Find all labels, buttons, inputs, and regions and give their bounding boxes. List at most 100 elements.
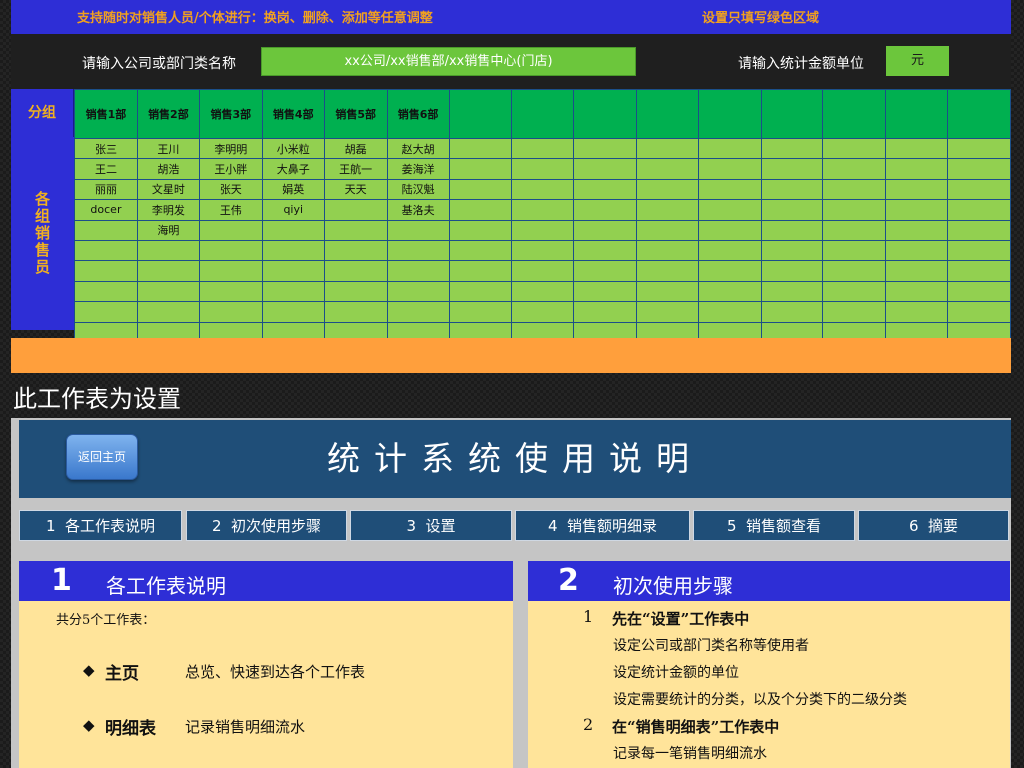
group-header-cell[interactable]: 销售1部 — [74, 89, 138, 139]
salesperson-cell[interactable] — [511, 219, 575, 241]
salesperson-cell[interactable] — [822, 199, 887, 221]
salesperson-cell[interactable] — [697, 280, 762, 303]
salesperson-cell[interactable] — [947, 219, 1011, 241]
salesperson-cell[interactable] — [636, 260, 699, 282]
salesperson-cell[interactable] — [697, 199, 762, 221]
salesperson-cell[interactable]: 张天 — [198, 178, 263, 201]
salesperson-cell[interactable] — [760, 301, 824, 323]
salesperson-cell[interactable] — [261, 301, 325, 323]
salesperson-cell[interactable] — [885, 280, 949, 303]
salesperson-cell[interactable] — [760, 199, 824, 221]
salesperson-cell[interactable]: 海明 — [136, 219, 200, 241]
salesperson-cell[interactable] — [573, 219, 638, 241]
salesperson-cell[interactable] — [760, 239, 824, 262]
salesperson-cell[interactable]: 李明发 — [136, 199, 200, 221]
salesperson-cell[interactable] — [386, 219, 450, 241]
salesperson-cell[interactable] — [822, 178, 887, 201]
salesperson-cell[interactable] — [636, 178, 699, 201]
salesperson-cell[interactable] — [511, 137, 575, 160]
salesperson-cell[interactable] — [136, 280, 200, 303]
salesperson-cell[interactable] — [511, 239, 575, 262]
salesperson-cell[interactable] — [198, 239, 263, 262]
salesperson-cell[interactable] — [448, 301, 513, 323]
salesperson-cell[interactable] — [573, 301, 638, 323]
salesperson-cell[interactable] — [323, 280, 388, 303]
salesperson-cell[interactable]: 娟英 — [261, 178, 325, 201]
company-name-field[interactable]: xx公司/xx销售部/xx销售中心(门店) — [261, 47, 636, 76]
salesperson-cell[interactable] — [261, 239, 325, 262]
salesperson-cell[interactable] — [573, 178, 638, 201]
salesperson-cell[interactable] — [511, 301, 575, 323]
salesperson-cell[interactable] — [697, 301, 762, 323]
salesperson-cell[interactable] — [885, 137, 949, 160]
salesperson-cell[interactable] — [760, 219, 824, 241]
salesperson-cell[interactable] — [636, 137, 699, 160]
salesperson-cell[interactable] — [885, 239, 949, 262]
salesperson-cell[interactable] — [511, 178, 575, 201]
salesperson-cell[interactable] — [386, 301, 450, 323]
salesperson-cell[interactable] — [697, 239, 762, 262]
nav-tab-settings[interactable]: 3 设置 — [350, 510, 512, 541]
salesperson-cell[interactable]: 胡浩 — [136, 158, 200, 180]
salesperson-cell[interactable]: 文星时 — [136, 178, 200, 201]
salesperson-cell[interactable]: 王二 — [74, 158, 138, 180]
group-header-cell[interactable]: 销售3部 — [198, 89, 263, 139]
salesperson-cell[interactable] — [573, 199, 638, 221]
salesperson-cell[interactable] — [448, 219, 513, 241]
salesperson-cell[interactable] — [822, 137, 887, 160]
salesperson-cell[interactable]: docer — [74, 199, 138, 221]
salesperson-cell[interactable] — [947, 178, 1011, 201]
salesperson-cell[interactable]: 王航一 — [323, 158, 388, 180]
salesperson-cell[interactable] — [822, 280, 887, 303]
salesperson-cell[interactable] — [386, 260, 450, 282]
salesperson-cell[interactable]: 王川 — [136, 137, 200, 160]
salesperson-cell[interactable]: 张三 — [74, 137, 138, 160]
salesperson-cell[interactable] — [323, 199, 388, 221]
home-button[interactable]: 返回主页 — [66, 434, 138, 480]
salesperson-cell[interactable] — [573, 280, 638, 303]
salesperson-cell[interactable] — [261, 280, 325, 303]
salesperson-cell[interactable] — [198, 260, 263, 282]
salesperson-cell[interactable] — [323, 239, 388, 262]
salesperson-cell[interactable] — [636, 158, 699, 180]
salesperson-cell[interactable] — [760, 280, 824, 303]
salesperson-cell[interactable] — [760, 158, 824, 180]
group-header-cell[interactable] — [822, 89, 887, 139]
salesperson-cell[interactable] — [198, 301, 263, 323]
salesperson-cell[interactable] — [136, 301, 200, 323]
salesperson-cell[interactable] — [636, 239, 699, 262]
salesperson-cell[interactable] — [885, 301, 949, 323]
salesperson-cell[interactable] — [822, 158, 887, 180]
salesperson-cell[interactable]: 陆汉魁 — [386, 178, 450, 201]
salesperson-cell[interactable] — [448, 260, 513, 282]
salesperson-cell[interactable] — [136, 260, 200, 282]
salesperson-cell[interactable]: 基洛夫 — [386, 199, 450, 221]
group-header-cell[interactable] — [697, 89, 762, 139]
salesperson-cell[interactable] — [697, 158, 762, 180]
salesperson-cell[interactable] — [573, 239, 638, 262]
nav-tab-detail-entry[interactable]: 4 销售额明细录 — [515, 510, 690, 541]
salesperson-cell[interactable] — [885, 158, 949, 180]
salesperson-cell[interactable]: 丽丽 — [74, 178, 138, 201]
unit-field[interactable]: 元 — [886, 46, 949, 76]
group-header-cell[interactable]: 销售6部 — [386, 89, 450, 139]
nav-tab-first-steps[interactable]: 2 初次使用步骤 — [186, 510, 347, 541]
salesperson-cell[interactable] — [386, 239, 450, 262]
nav-tab-sheets[interactable]: 1 各工作表说明 — [19, 510, 182, 541]
salesperson-cell[interactable] — [511, 199, 575, 221]
salesperson-cell[interactable]: 王小胖 — [198, 158, 263, 180]
group-header-cell[interactable] — [511, 89, 575, 139]
salesperson-cell[interactable] — [198, 219, 263, 241]
salesperson-cell[interactable] — [261, 260, 325, 282]
salesperson-cell[interactable]: 姜海洋 — [386, 158, 450, 180]
group-header-cell[interactable]: 销售5部 — [323, 89, 388, 139]
salesperson-cell[interactable] — [448, 239, 513, 262]
salesperson-cell[interactable] — [448, 280, 513, 303]
salesperson-cell[interactable] — [74, 219, 138, 241]
group-header-cell[interactable]: 销售2部 — [136, 89, 200, 139]
nav-tab-summary[interactable]: 6 摘要 — [858, 510, 1009, 541]
salesperson-cell[interactable] — [573, 260, 638, 282]
salesperson-cell[interactable] — [885, 199, 949, 221]
salesperson-cell[interactable] — [636, 280, 699, 303]
salesperson-cell[interactable]: 天天 — [323, 178, 388, 201]
